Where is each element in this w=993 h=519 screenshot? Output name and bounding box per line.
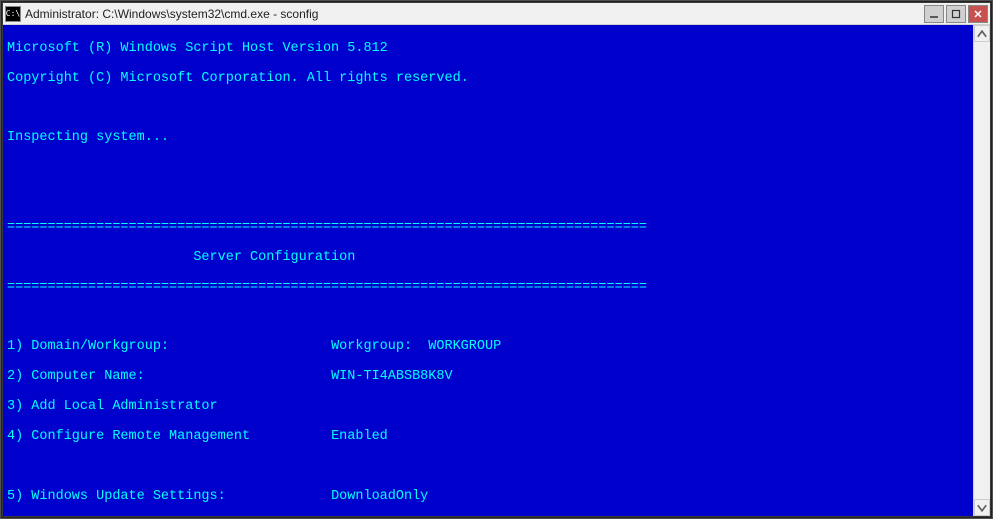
blank [7,102,969,117]
titlebar[interactable]: C:\ Administrator: C:\Windows\system32\c… [3,3,990,25]
maximize-button[interactable] [946,5,966,23]
chevron-down-icon [975,501,989,515]
close-button[interactable] [968,5,988,23]
menu-item-1: 1) Domain/Workgroup: Workgroup: WORKGROU… [7,340,969,355]
scroll-up-button[interactable] [974,25,990,42]
chevron-up-icon [975,27,989,41]
blank [7,161,969,176]
divider-bottom: ========================================… [7,281,969,296]
scroll-track[interactable] [974,42,990,499]
minimize-icon [929,9,939,19]
close-icon [973,9,983,19]
vertical-scrollbar[interactable] [973,25,990,516]
console-output[interactable]: Microsoft (R) Windows Script Host Versio… [3,25,973,516]
scroll-down-button[interactable] [974,499,990,516]
copyright: Copyright (C) Microsoft Corporation. All… [7,72,969,87]
maximize-icon [951,9,961,19]
config-title: Server Configuration [7,251,969,266]
console-wrapper: Microsoft (R) Windows Script Host Versio… [3,25,990,516]
wsh-version: Microsoft (R) Windows Script Host Versio… [7,42,969,57]
cmd-window: C:\ Administrator: C:\Windows\system32\c… [2,2,991,517]
blank [7,310,969,325]
blank [7,460,969,475]
menu-item-3: 3) Add Local Administrator [7,400,969,415]
window-title: Administrator: C:\Windows\system32\cmd.e… [25,7,924,21]
minimize-button[interactable] [924,5,944,23]
window-controls [924,5,988,23]
menu-item-2: 2) Computer Name: WIN-TI4ABSB8K8V [7,370,969,385]
blank [7,191,969,206]
menu-item-4: 4) Configure Remote Management Enabled [7,430,969,445]
divider-top: ========================================… [7,221,969,236]
inspecting-msg: Inspecting system... [7,131,969,146]
menu-item-5: 5) Windows Update Settings: DownloadOnly [7,490,969,505]
cmd-icon: C:\ [5,6,21,22]
